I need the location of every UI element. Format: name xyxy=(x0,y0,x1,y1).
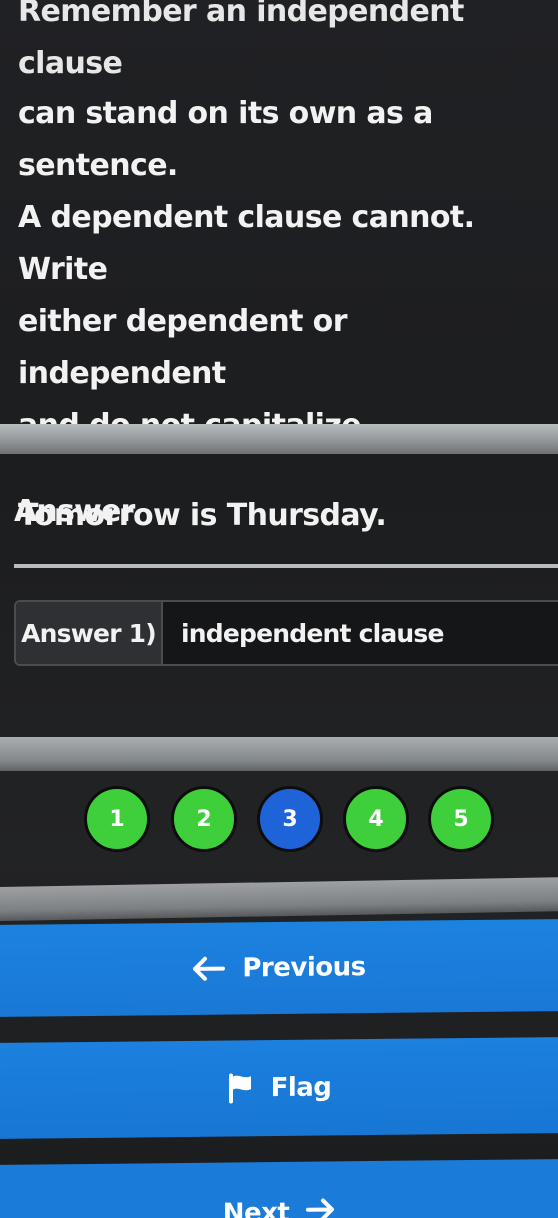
question-instructions: can stand on its own as a sentence. A de… xyxy=(18,96,475,443)
answer-heading-rule xyxy=(14,564,558,568)
question-partial-line: Remember an independent clause xyxy=(18,0,464,81)
section-divider xyxy=(0,737,558,771)
question-pagination: 1 2 3 4 5 xyxy=(0,786,558,856)
page-button-3[interactable]: 3 xyxy=(257,786,323,852)
flag-button[interactable]: Flag xyxy=(0,1037,558,1139)
section-divider xyxy=(0,424,558,454)
answer-input-group: Answer 1) independent clause xyxy=(14,600,558,666)
quiz-screen: Remember an independent clause can stand… xyxy=(0,0,558,1218)
answer-input[interactable]: independent clause xyxy=(163,602,558,664)
page-button-4[interactable]: 4 xyxy=(343,786,409,852)
previous-label: Previous xyxy=(242,952,366,984)
page-button-2[interactable]: 2 xyxy=(171,786,237,852)
flag-label: Flag xyxy=(270,1072,332,1104)
answer-heading: Answer xyxy=(14,494,135,529)
next-button[interactable]: Next xyxy=(0,1159,558,1218)
previous-button[interactable]: Previous xyxy=(0,919,558,1017)
page-button-5[interactable]: 5 xyxy=(428,786,494,852)
question-block: Remember an independent clause can stand… xyxy=(18,0,548,542)
arrow-right-icon xyxy=(305,1197,335,1218)
page-button-1[interactable]: 1 xyxy=(84,786,150,852)
section-divider xyxy=(0,877,558,921)
next-label: Next xyxy=(222,1197,290,1218)
flag-icon xyxy=(227,1073,255,1104)
answer-label: Answer 1) xyxy=(16,602,163,664)
arrow-left-icon xyxy=(192,956,226,982)
